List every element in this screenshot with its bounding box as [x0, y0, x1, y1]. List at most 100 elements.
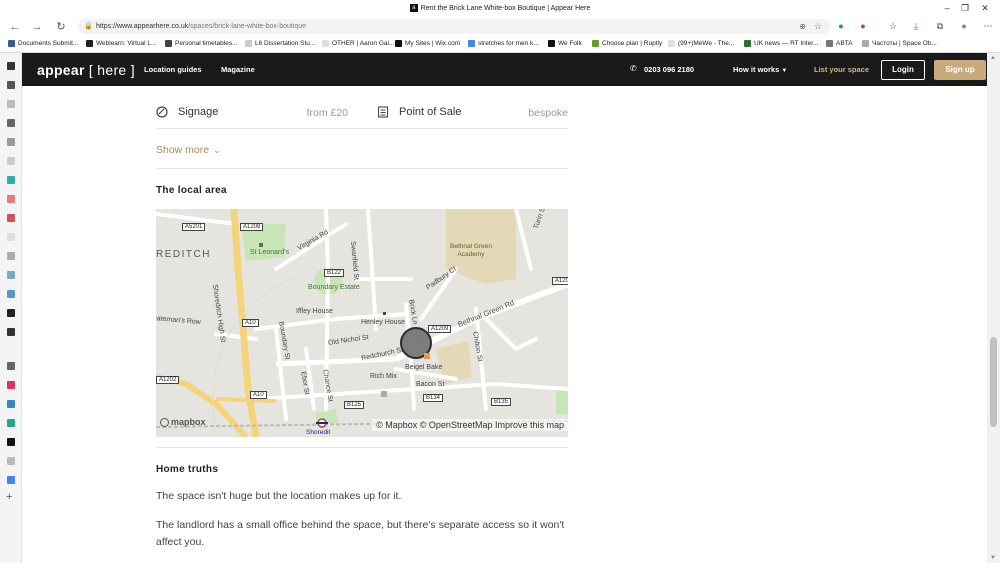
extension-icon[interactable]: ●	[857, 20, 869, 32]
collections-icon[interactable]: ⧉	[934, 20, 946, 32]
bookmark-label: ABTA	[836, 40, 853, 47]
profile-avatar-icon[interactable]: ●	[958, 20, 970, 32]
bookmark-item[interactable]: stretches for men k...	[468, 40, 539, 47]
sidebar-app-icon[interactable]	[7, 290, 15, 298]
road-shield: A10	[250, 391, 267, 399]
sidebar-app-icon[interactable]	[7, 176, 15, 184]
sidebar-app-icon[interactable]	[7, 419, 15, 427]
sidebar-app-icon[interactable]	[7, 438, 15, 446]
forward-icon[interactable]: →	[30, 20, 44, 34]
sidebar-app-icon[interactable]	[7, 62, 15, 70]
scroll-up-icon[interactable]: ▲	[990, 55, 996, 61]
map-label: Henley House	[361, 319, 405, 326]
address-bar[interactable]: 🔒 https://www.appearhere.co.uk/spaces/br…	[78, 19, 830, 34]
home-truths-heading: Home truths	[156, 464, 219, 475]
bookmark-label: L6 Dissertation Stu...	[255, 40, 316, 47]
how-it-works-label: How it works	[733, 65, 780, 74]
bookmark-favicon-icon	[245, 40, 252, 47]
bookmark-item[interactable]: Documents Submit...	[8, 40, 78, 47]
road-shield: A120	[552, 277, 568, 285]
sidebar-app-icon[interactable]	[7, 457, 15, 465]
sidebar-app-icon[interactable]	[7, 328, 15, 336]
road-shield: A10	[242, 319, 259, 327]
appear-here-logo[interactable]: appear [ here ]	[37, 62, 135, 78]
sidebar-app-icon[interactable]	[7, 195, 15, 203]
bookmark-item[interactable]: OTHER | Aaron Gal...	[322, 40, 394, 47]
map-label: Boundary Estate	[308, 284, 360, 291]
sidebar-app-icon[interactable]	[7, 362, 15, 370]
bookmark-item[interactable]: UK news — RT Inter...	[744, 40, 818, 47]
bookmark-item[interactable]: (99+)MeWe - The...	[668, 40, 734, 47]
sidebar-app-icon[interactable]	[7, 476, 15, 484]
map-attribution[interactable]: © Mapbox © OpenStreetMap Improve this ma…	[372, 419, 568, 431]
scroll-thumb[interactable]	[990, 337, 997, 427]
lock-icon: 🔒	[84, 23, 93, 30]
minimize-icon[interactable]: –	[940, 2, 954, 14]
map-label: St Leonard's	[250, 249, 290, 256]
sidebar-app-icon[interactable]	[7, 138, 15, 146]
sidebar-app-icon[interactable]	[7, 214, 15, 222]
bookmark-item[interactable]: We Folk	[548, 40, 582, 47]
download-icon[interactable]: ⤓	[910, 20, 922, 32]
map-label: Rich Mix	[370, 373, 397, 380]
reload-icon[interactable]: ↻	[54, 20, 68, 34]
back-icon[interactable]: ←	[8, 20, 22, 34]
favorites-icon[interactable]: ☆	[887, 20, 899, 32]
maximize-icon[interactable]: ❐	[958, 2, 972, 14]
bookmark-label: Personal timetables...	[175, 40, 238, 47]
bookmark-label: Choose plan | Ruptly	[602, 40, 663, 47]
sidebar-app-icon[interactable]	[7, 381, 15, 389]
bookmark-label: Documents Submit...	[18, 40, 79, 47]
sidebar-app-icon[interactable]	[7, 119, 15, 127]
sidebar-app-icon[interactable]	[7, 309, 15, 317]
bookmark-item[interactable]: ABTA	[826, 40, 853, 47]
sidebar-app-icon[interactable]	[7, 271, 15, 279]
nav-location-guides[interactable]: Location guides	[144, 65, 202, 74]
main-content: Signage from £20 Point of Sale bespoke S…	[22, 86, 987, 563]
bookmark-item[interactable]: Personal timetables...	[165, 40, 238, 47]
amenity-price: from £20	[306, 107, 348, 119]
road-shield: A1209	[428, 325, 452, 333]
bookmark-item[interactable]: Weblearn: Virtual L...	[86, 40, 156, 47]
local-area-map[interactable]: REDITCH Shoreditch High St Virginia Rd S…	[156, 209, 568, 437]
nav-magazine[interactable]: Magazine	[221, 65, 255, 74]
amenity-signage: Signage	[156, 106, 218, 118]
phone-icon: ✆	[630, 64, 637, 73]
home-truths-paragraph: The space isn't huge but the location ma…	[156, 490, 402, 502]
local-area-heading: The local area	[156, 185, 227, 196]
page-scrollbar[interactable]: ▲ ▼	[987, 53, 1000, 563]
logo-bracket: [ here ]	[88, 62, 135, 78]
bookmark-label: OTHER | Aaron Gal...	[332, 40, 395, 47]
scroll-down-icon[interactable]: ▼	[990, 555, 996, 561]
mapbox-logo[interactable]: mapbox	[160, 417, 206, 427]
star-icon[interactable]: ☆	[814, 19, 822, 34]
bookmark-item[interactable]: Choose plan | Ruptly	[592, 40, 662, 47]
sidebar-app-icon[interactable]	[7, 400, 15, 408]
bookmark-item[interactable]: L6 Dissertation Stu...	[245, 40, 315, 47]
grammarly-extension-icon[interactable]: ●	[835, 20, 847, 32]
bookmark-item[interactable]: My Sites | Wix.com	[395, 40, 460, 47]
show-more-link[interactable]: Show more ⌄	[156, 144, 221, 156]
menu-dots-icon[interactable]: ⋯	[982, 20, 994, 32]
signup-button[interactable]: Sign up	[934, 60, 986, 80]
bookmark-favicon-icon	[592, 40, 599, 47]
bookmark-item[interactable]: Частоты | Space Ob...	[862, 40, 937, 47]
nav-how-it-works[interactable]: How it works ▼	[733, 65, 787, 74]
close-icon[interactable]: ✕	[978, 2, 992, 14]
browser-toolbar: ← → ↻ 🔒 https://www.appearhere.co.uk/spa…	[0, 17, 1000, 36]
add-sidebar-app-icon[interactable]: +	[6, 491, 12, 503]
sidebar-app-icon[interactable]	[7, 233, 15, 241]
sidebar-app-icon[interactable]	[7, 252, 15, 260]
zoom-icon[interactable]: ⊕	[799, 19, 806, 34]
sidebar-app-icon[interactable]	[7, 100, 15, 108]
amenity-price: bespoke	[528, 107, 568, 119]
list-your-space-link[interactable]: List your space	[814, 65, 869, 74]
road-shield: A1202	[156, 376, 180, 384]
road-shield: A1208	[240, 223, 264, 231]
login-button[interactable]: Login	[881, 60, 925, 80]
phone-number[interactable]: 0203 096 2180	[644, 65, 694, 74]
sidebar-app-icon[interactable]	[7, 81, 15, 89]
chevron-down-icon: ▼	[781, 68, 788, 74]
road-shield: A5201	[182, 223, 206, 231]
sidebar-app-icon[interactable]	[7, 157, 15, 165]
